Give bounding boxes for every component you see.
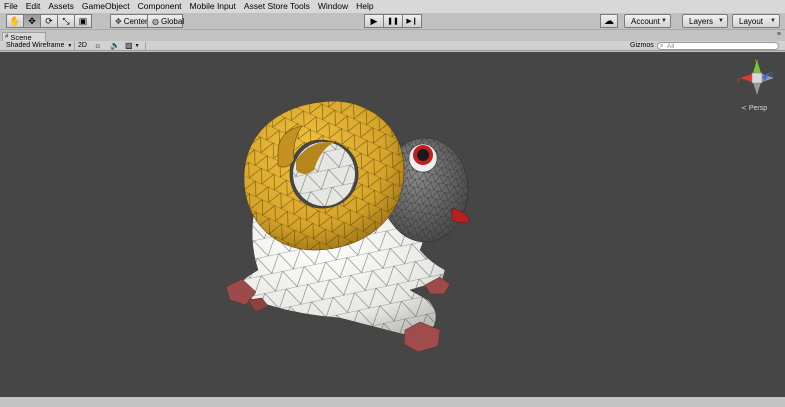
scene-tab-bar: # Scene ≡ bbox=[0, 31, 785, 42]
pause-button[interactable]: ❚❚ bbox=[383, 14, 403, 28]
panel-menu-icon[interactable]: ≡ bbox=[777, 31, 781, 38]
shading-mode-dropdown[interactable]: Shaded Wireframe ▼ bbox=[6, 41, 72, 51]
layers-label: Layers bbox=[689, 16, 714, 26]
speaker-icon: 🔈 bbox=[110, 41, 120, 50]
menu-asset-store-tools[interactable]: Asset Store Tools bbox=[240, 0, 314, 13]
projection-icon: ≺ bbox=[741, 105, 747, 112]
chevron-down-icon: ▼ bbox=[718, 18, 724, 24]
scale-tool-button[interactable]: ⤡ bbox=[57, 14, 75, 28]
pivot-icon: ✥ bbox=[115, 16, 122, 26]
hand-tool-button[interactable]: ✋ bbox=[6, 14, 24, 28]
status-bar bbox=[0, 397, 785, 407]
menu-window[interactable]: Window bbox=[314, 0, 352, 13]
divider bbox=[74, 42, 75, 50]
2d-toggle-button[interactable]: 2D bbox=[78, 41, 87, 51]
lighting-toggle-button[interactable]: ☼ bbox=[94, 41, 101, 51]
2d-label: 2D bbox=[78, 42, 87, 49]
space-label: Global bbox=[160, 16, 185, 26]
effects-dropdown[interactable]: ▨ ▼ bbox=[125, 41, 140, 51]
scene-viewport[interactable]: y x z bbox=[0, 52, 785, 397]
svg-text:x: x bbox=[737, 78, 740, 84]
search-placeholder: All bbox=[667, 43, 675, 50]
audio-toggle-button[interactable]: 🔈 bbox=[110, 41, 120, 51]
chevron-down-icon: ▼ bbox=[770, 18, 776, 24]
move-icon: ✥ bbox=[28, 15, 36, 26]
scene-tab[interactable]: # Scene bbox=[2, 32, 46, 42]
projection-label: Persp bbox=[748, 105, 768, 112]
scene-toolbar: Shaded Wireframe ▼ 2D ☼ 🔈 ▨ ▼ Gizmos ▼ ⌕… bbox=[0, 41, 785, 51]
menu-bar: File Edit Assets GameObject Component Mo… bbox=[0, 0, 785, 13]
menu-assets[interactable]: Assets bbox=[44, 0, 78, 13]
hand-icon: ✋ bbox=[9, 15, 21, 26]
play-button[interactable]: ▶ bbox=[364, 14, 384, 28]
scene-render: y x z bbox=[225, 59, 774, 353]
menu-gameobject[interactable]: GameObject bbox=[78, 0, 134, 13]
scale-icon: ⤡ bbox=[62, 15, 70, 26]
divider bbox=[145, 42, 146, 50]
account-label: Account bbox=[631, 16, 660, 26]
layers-dropdown[interactable]: Layers ▼ bbox=[682, 14, 728, 28]
svg-text:z: z bbox=[770, 72, 773, 78]
pivot-label: Center bbox=[123, 16, 148, 26]
cloud-services-button[interactable]: ☁ bbox=[600, 14, 618, 28]
search-icon: ⌕ bbox=[660, 43, 664, 49]
move-tool-button[interactable]: ✥ bbox=[23, 14, 41, 28]
menu-mobile-input[interactable]: Mobile Input bbox=[186, 0, 240, 13]
space-toggle-button[interactable]: ◍ Global bbox=[147, 14, 185, 28]
chevron-down-icon: ▼ bbox=[67, 43, 73, 49]
pivot-toggle-button[interactable]: ✥ Center bbox=[110, 14, 148, 28]
rotate-tool-button[interactable]: ⟳ bbox=[40, 14, 58, 28]
chevron-down-icon: ▼ bbox=[134, 43, 140, 49]
play-icon: ▶ bbox=[370, 15, 378, 26]
gizmos-label: Gizmos bbox=[630, 42, 654, 49]
scene-search-input[interactable]: ⌕ All bbox=[657, 42, 779, 50]
image-icon: ▨ bbox=[125, 41, 133, 50]
orientation-gizmo[interactable]: y x z bbox=[737, 59, 774, 95]
chevron-down-icon: ▼ bbox=[661, 18, 667, 24]
step-icon: ▶❙ bbox=[406, 18, 418, 25]
globe-icon: ◍ bbox=[152, 16, 159, 26]
svg-text:y: y bbox=[755, 59, 758, 65]
account-dropdown[interactable]: Account ▼ bbox=[624, 14, 671, 28]
cloud-icon: ☁ bbox=[604, 15, 614, 27]
menu-edit[interactable]: Edit bbox=[22, 0, 45, 13]
menu-help[interactable]: Help bbox=[352, 0, 377, 13]
scene-tab-icon: # bbox=[5, 34, 9, 40]
menu-component[interactable]: Component bbox=[134, 0, 186, 13]
shading-mode-label: Shaded Wireframe bbox=[6, 42, 65, 49]
transform-tools: ✋ ✥ ⟳ ⤡ ▣ bbox=[6, 14, 92, 28]
menu-file[interactable]: File bbox=[0, 0, 22, 13]
playback-controls: ▶ ❚❚ ▶❙ bbox=[364, 14, 422, 28]
main-toolbar: ✋ ✥ ⟳ ⤡ ▣ ✥ Center ◍ Global ▶ ❚❚ ▶❙ ☁ Ac… bbox=[0, 13, 785, 30]
layout-dropdown[interactable]: Layout ▼ bbox=[732, 14, 780, 28]
sun-icon: ☼ bbox=[94, 41, 102, 50]
projection-toggle[interactable]: ≺ Persp bbox=[741, 104, 767, 112]
layout-label: Layout bbox=[739, 16, 764, 26]
rect-icon: ▣ bbox=[78, 15, 88, 26]
rect-tool-button[interactable]: ▣ bbox=[74, 14, 92, 28]
pause-icon: ❚❚ bbox=[387, 18, 399, 25]
step-button[interactable]: ▶❙ bbox=[402, 14, 422, 28]
rotate-icon: ⟳ bbox=[45, 15, 53, 26]
